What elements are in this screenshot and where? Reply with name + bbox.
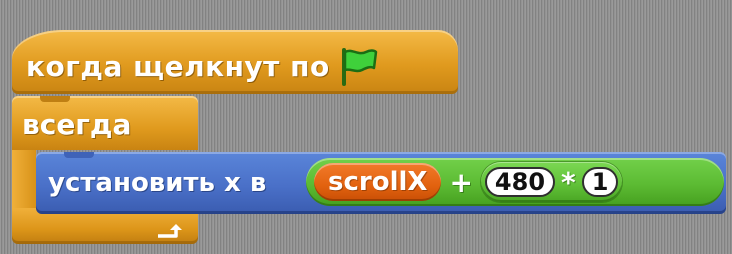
scrollx-variable-reporter[interactable]: scrollX bbox=[314, 163, 442, 201]
loop-arrow-icon bbox=[158, 224, 182, 238]
block-notch bbox=[40, 96, 70, 102]
number-input-right[interactable]: 1 bbox=[581, 167, 619, 197]
number-input-left[interactable]: 480 bbox=[484, 167, 556, 197]
hat-block-content: когда щелкнут по bbox=[26, 46, 380, 86]
forever-block-label: всегда bbox=[22, 107, 132, 141]
plus-symbol: + bbox=[449, 165, 473, 199]
hat-block-label: когда щелкнут по bbox=[26, 49, 330, 83]
multiplication-operator-block[interactable]: 480 * 1 bbox=[480, 162, 623, 202]
addition-operator-block[interactable]: scrollX + 480 * 1 bbox=[306, 158, 724, 206]
times-symbol: * bbox=[561, 165, 576, 199]
set-x-block-label: установить х в bbox=[48, 168, 267, 198]
green-flag-icon bbox=[336, 46, 380, 86]
forever-block-arm bbox=[12, 150, 36, 210]
